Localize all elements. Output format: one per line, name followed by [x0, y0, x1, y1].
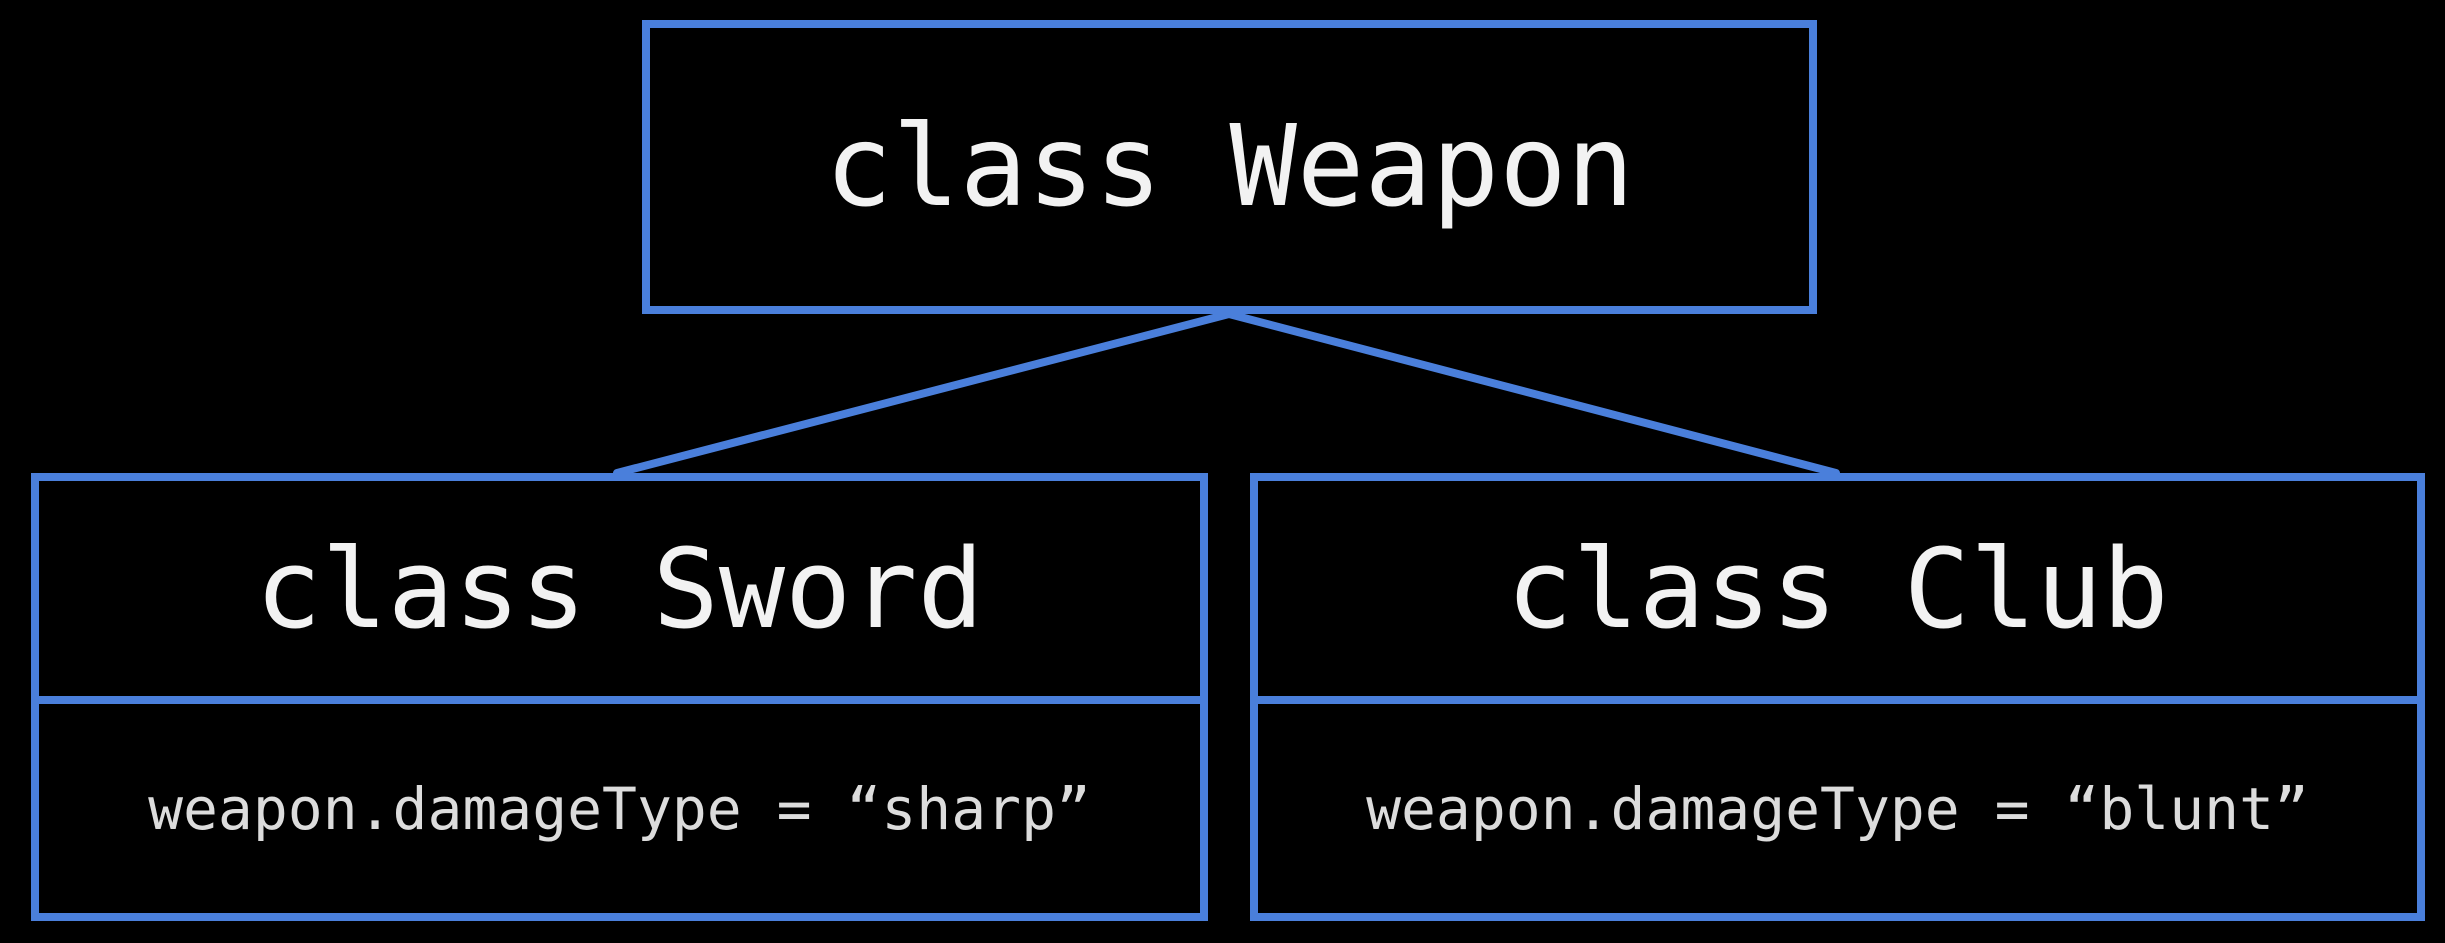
connector-weapon-to-club [1225, 310, 1840, 477]
class-title-weapon: class Weapon [824, 102, 1635, 232]
class-box-weapon: class Weapon [642, 20, 1817, 314]
class-title-club: class Club [1506, 524, 2169, 653]
class-property-sword: weapon.damageType = “sharp” [39, 696, 1200, 913]
class-property-club: weapon.damageType = “blunt” [1258, 696, 2417, 913]
class-box-sword: class Sword weapon.damageType = “sharp” [31, 473, 1208, 921]
class-title-sword: class Sword [255, 524, 984, 653]
connector-weapon-to-sword [613, 310, 1233, 477]
class-box-club: class Club weapon.damageType = “blunt” [1250, 473, 2425, 921]
diagram-canvas: class Weapon class Sword weapon.damageTy… [0, 0, 2445, 943]
